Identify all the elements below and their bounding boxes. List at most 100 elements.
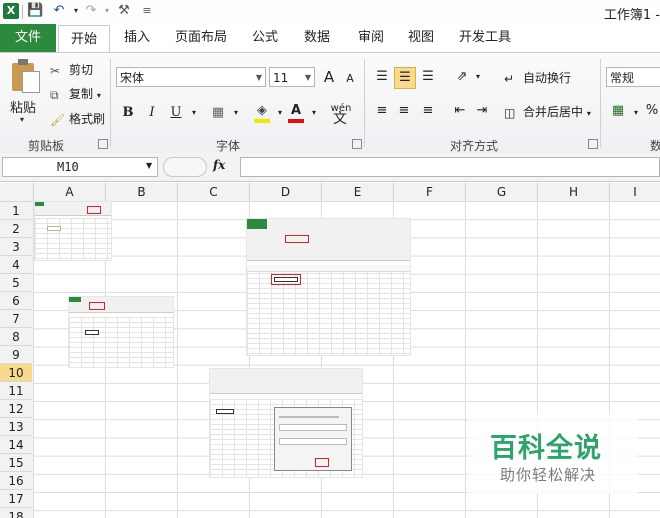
tab-developer[interactable]: 开发工具 [452, 24, 518, 52]
save-icon[interactable]: 💾 [27, 3, 43, 19]
row-header[interactable]: 11 [0, 381, 32, 399]
font-color-dropdown-icon[interactable]: ▾ [304, 103, 324, 123]
align-middle-icon[interactable]: ☰ [394, 67, 416, 89]
row-header[interactable]: 17 [0, 489, 32, 507]
tab-page-layout[interactable]: 页面布局 [170, 24, 232, 52]
mini-file-tab [35, 202, 45, 207]
fill-color-icon[interactable]: ◈ [252, 101, 272, 123]
column-header[interactable]: E [321, 183, 393, 201]
embedded-screenshot-2[interactable] [246, 218, 411, 356]
row-header[interactable]: 13 [0, 417, 32, 435]
row-header[interactable]: 4 [0, 255, 32, 273]
grow-font-button[interactable]: A [319, 67, 339, 87]
paste-button[interactable]: 粘贴 [10, 97, 36, 116]
insert-function-button[interactable]: fx [213, 158, 225, 172]
formula-bar-resize-handle[interactable] [163, 157, 207, 177]
font-name-combo[interactable]: 宋体 ▼ [116, 67, 266, 87]
row-header[interactable]: 7 [0, 309, 32, 327]
number-format-combo[interactable]: 常规 [606, 67, 660, 87]
undo-dropdown-icon[interactable]: ▾ [68, 3, 84, 19]
orientation-dropdown-icon[interactable]: ▾ [468, 67, 488, 87]
font-launcher-icon[interactable] [352, 139, 362, 149]
embedded-screenshot-1[interactable] [34, 201, 112, 261]
row-header[interactable]: 6 [0, 291, 32, 309]
borders-dropdown-icon[interactable]: ▾ [226, 103, 246, 123]
bold-button[interactable]: B [118, 103, 138, 123]
scissors-icon: ✂ [50, 63, 61, 78]
align-right-icon[interactable]: ≡ [418, 101, 438, 121]
align-center-icon[interactable]: ≡ [394, 101, 414, 121]
formula-input[interactable] [240, 157, 660, 177]
merge-center-button[interactable]: ◫ 合并后居中 ▾ [504, 103, 591, 120]
row-header[interactable]: 12 [0, 399, 32, 417]
italic-button[interactable]: I [142, 103, 162, 123]
row-header[interactable]: 5 [0, 273, 32, 291]
tab-insert[interactable]: 插入 [116, 24, 158, 52]
customize-qat-icon[interactable]: ≡ [139, 3, 155, 19]
clipboard-launcher-icon[interactable] [98, 139, 108, 149]
row-header-selected[interactable]: 10 [0, 363, 32, 381]
column-header[interactable]: C [177, 183, 249, 201]
cut-label: 剪切 [69, 63, 94, 77]
column-header[interactable]: B [105, 183, 177, 201]
font-size-combo[interactable]: 11 ▼ [269, 67, 315, 87]
watermark-sub-text: 助你轻松解决 [500, 466, 597, 484]
paste-icon[interactable] [10, 59, 40, 93]
tab-view[interactable]: 视图 [400, 24, 442, 52]
wrap-text-button[interactable]: ↵ 自动换行 [504, 69, 571, 86]
row-header[interactable]: 16 [0, 471, 32, 489]
underline-dropdown-icon[interactable]: ▾ [184, 103, 204, 123]
redo-dropdown-icon[interactable]: ▾ [99, 3, 115, 19]
underline-button[interactable]: U [166, 103, 186, 123]
tab-file[interactable]: 文件 [0, 24, 56, 52]
tools-icon[interactable]: ⚒ [116, 3, 132, 19]
cut-button[interactable]: ✂ 剪切 [50, 61, 93, 78]
redo-icon[interactable]: ↷ [83, 3, 99, 19]
name-box[interactable]: M10 [2, 157, 158, 177]
row-header[interactable]: 18 [0, 507, 32, 518]
row-header[interactable]: 8 [0, 327, 32, 345]
column-header[interactable]: D [249, 183, 321, 201]
paste-dropdown-icon[interactable]: ▾ [20, 115, 24, 124]
mini-file-tab [247, 219, 267, 229]
embedded-screenshot-4[interactable] [209, 368, 363, 478]
tab-data[interactable]: 数据 [296, 24, 338, 52]
embedded-screenshot-3[interactable] [68, 296, 174, 368]
align-left-icon[interactable]: ≡ [372, 101, 392, 121]
select-all-corner[interactable] [0, 183, 33, 201]
excel-app-icon[interactable]: X [3, 3, 19, 19]
name-box-dropdown-icon[interactable]: ▼ [146, 161, 152, 170]
row-header[interactable]: 1 [0, 201, 32, 219]
column-header[interactable]: F [393, 183, 465, 201]
column-header[interactable]: I [609, 183, 660, 201]
tab-review[interactable]: 审阅 [350, 24, 392, 52]
font-color-icon[interactable]: A [286, 101, 306, 123]
currency-icon[interactable]: ▦ [608, 101, 628, 121]
row-header[interactable]: 2 [0, 219, 32, 237]
align-bottom-icon[interactable]: ☰ [418, 67, 438, 87]
alignment-launcher-icon[interactable] [588, 139, 598, 149]
workbook-title: 工作簿1 - [603, 8, 660, 23]
percent-button[interactable]: % [642, 101, 660, 121]
borders-icon[interactable]: ▦ [208, 103, 228, 123]
format-painter-button[interactable]: 🖌 格式刷 [50, 110, 105, 127]
column-header[interactable]: G [465, 183, 537, 201]
column-header[interactable]: A [33, 183, 105, 201]
row-header[interactable]: 3 [0, 237, 32, 255]
column-header[interactable]: H [537, 183, 609, 201]
row-header[interactable]: 14 [0, 435, 32, 453]
row-header[interactable]: 15 [0, 453, 32, 471]
row-header[interactable]: 9 [0, 345, 32, 363]
copy-button[interactable]: ⧉ 复制 ▾ [50, 85, 101, 102]
increase-indent-icon[interactable]: ⇥ [472, 101, 492, 121]
group-separator [364, 59, 365, 147]
mini-ribbon [247, 219, 410, 261]
mini-selected-cell [216, 409, 234, 414]
tab-home[interactable]: 开始 [58, 25, 110, 53]
dialog-field [279, 424, 347, 431]
tab-formulas[interactable]: 公式 [244, 24, 286, 52]
shrink-font-button[interactable]: A [340, 69, 360, 89]
align-top-icon[interactable]: ☰ [372, 67, 392, 87]
undo-icon[interactable]: ↶ [51, 3, 67, 19]
decrease-indent-icon[interactable]: ⇤ [450, 101, 470, 121]
